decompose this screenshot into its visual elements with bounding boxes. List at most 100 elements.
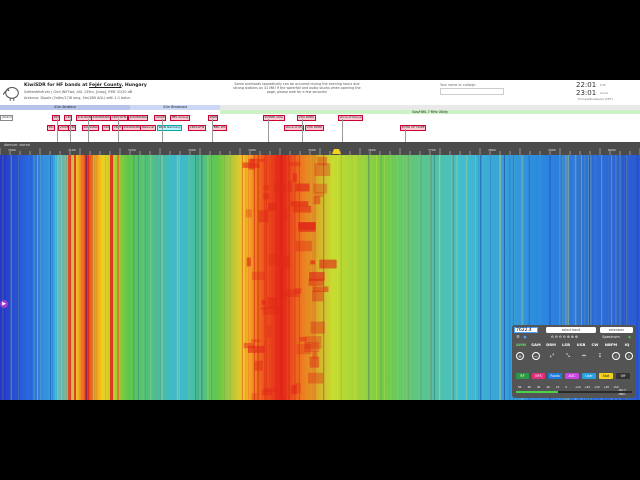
- zoom-fit-icon[interactable]: ⇔: [580, 352, 588, 360]
- signal-streak: [433, 155, 435, 400]
- nfs-chip[interactable]: NFS: [532, 373, 545, 379]
- fading-patch: [315, 191, 324, 198]
- scale-tick-label: 7700: [428, 148, 436, 152]
- spectrum-button[interactable]: Spectrum: [598, 334, 624, 340]
- frequency-input[interactable]: 7622.4: [514, 327, 538, 333]
- label-marker: [118, 119, 119, 142]
- signal-streak: [66, 155, 67, 400]
- kiwi-logo-icon: [3, 86, 19, 101]
- zoom-out-icon[interactable]: −: [532, 352, 540, 360]
- antenna-line: Antenna: Dipole (2x6m/17/8 long, 5m/18ft…: [24, 95, 131, 100]
- title-county-link[interactable]: Fejér County: [89, 83, 122, 88]
- stat-chip[interactable]: Stat: [599, 373, 613, 379]
- db-unit: dBm: [618, 392, 626, 396]
- signal-streak: [73, 155, 75, 400]
- station-label[interactable]: R.ROMANIA: [91, 115, 112, 121]
- signal-streak: [33, 155, 35, 400]
- bookmark-icon[interactable]: ↧: [596, 352, 604, 360]
- station-label[interactable]: (Unkn): [0, 115, 14, 121]
- station-label[interactable]: VOA DPRK: [297, 115, 316, 121]
- mode-iq[interactable]: IQ: [622, 342, 632, 348]
- station-label[interactable]: ECHO OF HOPE: [400, 125, 427, 131]
- fading-patch: [313, 196, 321, 205]
- fading-patch: [312, 286, 329, 293]
- mode-nbfm[interactable]: NBFM: [603, 342, 619, 348]
- radio-chip[interactable]: Radio: [548, 373, 562, 379]
- station-label[interactable]: National: [140, 125, 156, 131]
- passband-marker-icon[interactable]: [332, 149, 341, 154]
- name-input[interactable]: [440, 88, 504, 95]
- station-label[interactable]: R.FREE ASIA: [263, 115, 285, 121]
- fading-patch: [298, 222, 316, 230]
- signal-streak: [431, 155, 433, 400]
- frequency-scale[interactable]: dbmsim: stored 7000 7100 7200 7300 7400 7500 7…: [0, 142, 640, 155]
- zoom-in-icon[interactable]: +: [516, 352, 524, 360]
- signal-streak: [188, 155, 190, 400]
- lock-icon[interactable]: ●: [522, 334, 528, 340]
- station-label[interactable]: BBC WS: [212, 125, 228, 131]
- agc-chip[interactable]: AGC: [565, 373, 579, 379]
- band-select[interactable]: select band: [546, 327, 596, 333]
- mode-usb[interactable]: USB: [575, 342, 587, 348]
- signal-streak: [636, 155, 638, 400]
- extension-select[interactable]: extension: [600, 327, 633, 333]
- station-label[interactable]: VOICE: [154, 115, 167, 121]
- fading-patch: [251, 339, 261, 343]
- station-label[interactable]: PBS Xizang: [170, 115, 190, 121]
- volume-icon[interactable]: ◀: [625, 334, 633, 340]
- signal-streak: [211, 155, 212, 400]
- station-label[interactable]: WRN Germany: [157, 125, 183, 131]
- fading-patch: [299, 336, 307, 342]
- label-marker: [88, 119, 89, 142]
- step-buttons[interactable]: ⊖⊖⊖⊖⊕⊕⊕: [537, 334, 593, 340]
- station-label[interactable]: VOK DPRK: [305, 125, 324, 131]
- signal-streak: [397, 155, 398, 400]
- scale-tick-label: 7400: [248, 148, 256, 152]
- signal-streak: [480, 155, 482, 400]
- fading-patch: [267, 325, 272, 338]
- off-chip[interactable]: Off: [616, 373, 630, 379]
- play-icon[interactable]: ▶: [0, 300, 8, 308]
- menu-icon[interactable]: ☰: [514, 334, 522, 340]
- signal-streak: [43, 155, 45, 400]
- station-label[interactable]: R.ROMANIA: [128, 115, 149, 121]
- prev-page-icon[interactable]: ‹: [612, 352, 620, 360]
- signal-streak: [85, 155, 87, 400]
- fading-patch: [310, 321, 325, 334]
- title-prefix: KiwiSDR for HF bands at: [24, 83, 89, 88]
- station-label[interactable]: RNZI: [208, 115, 219, 121]
- signal-streak: [475, 155, 477, 400]
- signal-streak: [451, 155, 453, 400]
- station-label[interactable]: CRI: [102, 125, 111, 131]
- fading-patch: [251, 271, 266, 280]
- signal-streak: [114, 155, 115, 400]
- signal-streak: [207, 155, 208, 400]
- fading-patch: [268, 203, 277, 212]
- zoom-max-icon[interactable]: ⤢: [548, 352, 556, 360]
- station-label[interactable]: CRI: [64, 115, 73, 121]
- signal-streak: [340, 155, 342, 400]
- local-time: 23:01: [576, 88, 597, 97]
- station-label[interactable]: ERI: [47, 125, 56, 131]
- rf-chip[interactable]: RF: [516, 373, 529, 379]
- zoom-band-icon[interactable]: ⤡: [564, 352, 572, 360]
- smeter-label: 0: [566, 385, 568, 389]
- mode-amn[interactable]: AMN: [515, 342, 527, 348]
- carrier-line: [74, 155, 76, 400]
- signal-streak: [197, 155, 199, 400]
- user-chip[interactable]: User: [582, 373, 596, 379]
- mode-lsb[interactable]: LSB: [560, 342, 572, 348]
- station-label[interactable]: ROMANIA: [82, 125, 100, 131]
- mode-cw[interactable]: CW: [590, 342, 600, 348]
- signal-streak: [137, 155, 139, 400]
- label-marker: [342, 119, 343, 142]
- fading-patch: [261, 299, 266, 306]
- timezone: Europe/Budapest (CET): [578, 97, 613, 101]
- mode-sam[interactable]: SAM: [530, 342, 542, 348]
- station-label[interactable]: CRI/CGTN: [188, 125, 206, 131]
- station-label[interactable]: CRI/CGTN: [110, 115, 128, 121]
- station-label[interactable]: Voice of Mr: [284, 125, 304, 131]
- mode-drm[interactable]: DRM: [545, 342, 557, 348]
- next-page-icon[interactable]: ›: [625, 352, 633, 360]
- fading-patch: [292, 173, 297, 182]
